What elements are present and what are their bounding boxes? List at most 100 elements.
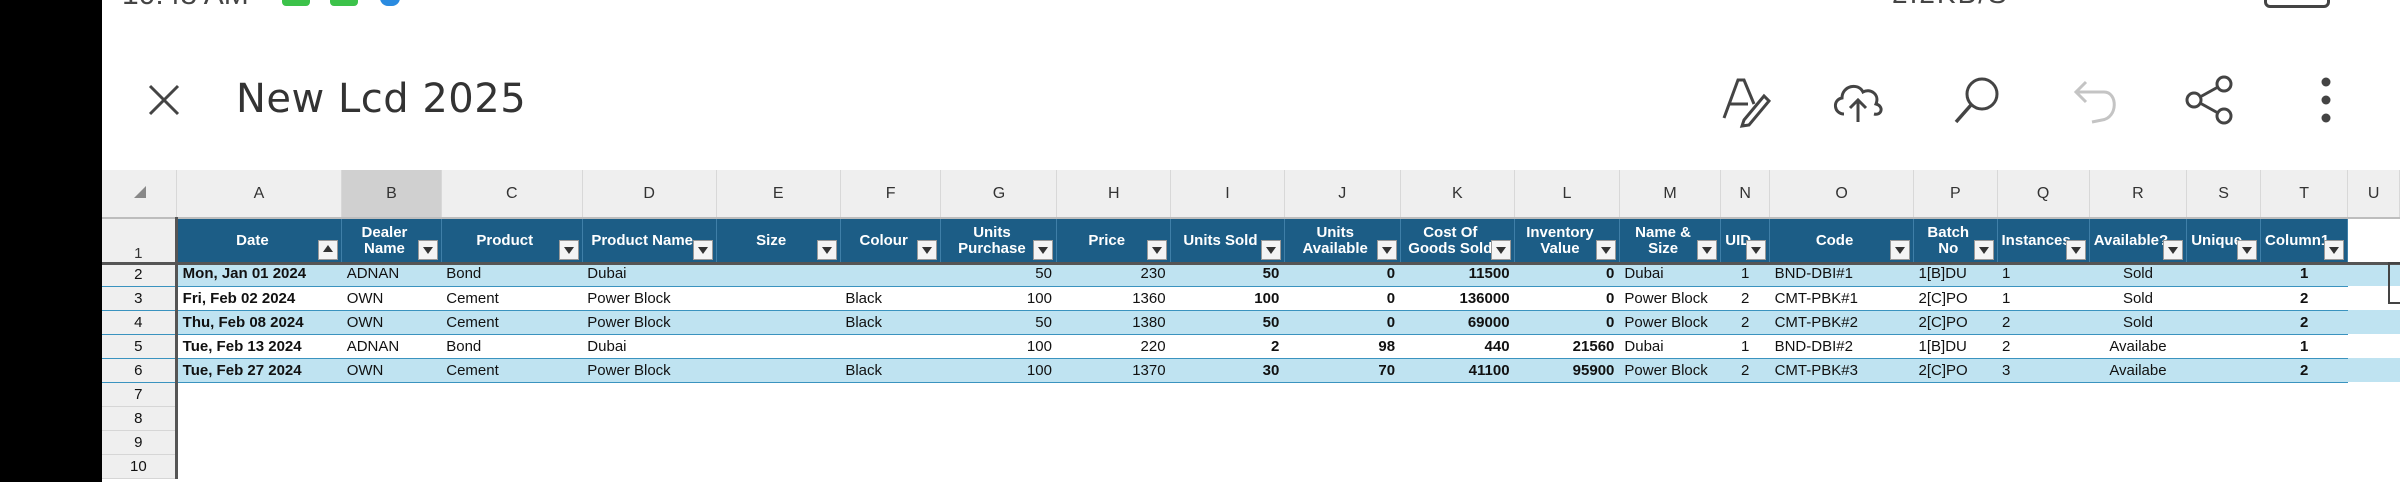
empty-cell[interactable] [2347, 218, 2400, 262]
table-cell[interactable]: 2[C]PO [1913, 286, 1998, 311]
table-cell[interactable]: Power Block [1619, 358, 1721, 383]
table-cell[interactable] [2186, 286, 2261, 311]
empty-cell[interactable] [1514, 382, 1620, 406]
table-header-cell[interactable]: Name & Size [1619, 218, 1722, 262]
filter-dropdown-button[interactable] [1973, 240, 1994, 260]
table-cell[interactable]: CMT-PBK#3 [1769, 358, 1914, 383]
table-header-cell[interactable]: Product Name [582, 218, 717, 262]
table-cell[interactable]: 0 [1514, 310, 1620, 335]
empty-cell[interactable] [2347, 310, 2400, 334]
table-header-cell[interactable]: Product [441, 218, 583, 262]
column-header-selected[interactable]: B [341, 170, 442, 219]
empty-cell[interactable] [1769, 406, 1914, 430]
table-cell[interactable]: Sold [2089, 262, 2187, 287]
table-cell[interactable] [2186, 334, 2261, 359]
empty-cell[interactable] [716, 454, 841, 478]
empty-cell[interactable] [1170, 406, 1285, 430]
empty-cell[interactable] [2347, 430, 2400, 454]
table-cell[interactable]: 0 [1514, 286, 1620, 311]
table-cell[interactable]: Availabe [2089, 358, 2187, 383]
table-cell[interactable]: Mon, Jan 01 2024 [176, 262, 342, 287]
empty-cell[interactable] [1170, 430, 1285, 454]
empty-cell[interactable] [1913, 406, 1998, 430]
empty-cell[interactable] [716, 382, 841, 406]
column-header[interactable]: D [582, 170, 717, 219]
undo-icon[interactable] [2064, 70, 2124, 130]
table-cell[interactable]: Power Block [582, 358, 717, 383]
column-header[interactable]: O [1769, 170, 1915, 219]
table-cell[interactable]: Sold [2089, 310, 2187, 335]
column-header[interactable]: P [1913, 170, 1998, 219]
row-header[interactable]: 1 [102, 218, 178, 263]
table-cell[interactable]: 1 [1720, 262, 1770, 287]
table-cell[interactable]: 2 [1997, 334, 2090, 359]
column-header[interactable]: L [1514, 170, 1620, 219]
column-header[interactable]: C [441, 170, 583, 219]
empty-cell[interactable] [341, 430, 442, 454]
empty-cell[interactable] [1720, 430, 1770, 454]
empty-cell[interactable] [2347, 454, 2400, 478]
row-header[interactable]: 5 [102, 334, 178, 359]
empty-cell[interactable] [1997, 454, 2090, 478]
table-cell[interactable]: Dubai [1619, 334, 1721, 359]
column-header[interactable]: E [716, 170, 841, 219]
table-cell[interactable]: Dubai [1619, 262, 1721, 287]
empty-cell[interactable] [582, 382, 717, 406]
empty-cell[interactable] [2260, 382, 2348, 406]
table-cell[interactable]: Black [840, 310, 941, 335]
row-header[interactable]: 7 [102, 382, 178, 407]
column-header[interactable]: N [1720, 170, 1771, 219]
table-cell[interactable]: 1 [1997, 262, 2090, 287]
table-cell[interactable]: Black [840, 358, 941, 383]
sort-filter-button[interactable] [318, 240, 339, 260]
empty-cell[interactable] [441, 454, 583, 478]
empty-cell[interactable] [2260, 454, 2348, 478]
empty-cell[interactable] [1514, 430, 1620, 454]
row-header[interactable]: 4 [102, 310, 178, 335]
table-cell[interactable]: 21560 [1514, 334, 1620, 359]
empty-cell[interactable] [1056, 382, 1171, 406]
table-cell[interactable]: Dubai [582, 334, 717, 359]
table-cell[interactable]: 1[B]DU [1913, 334, 1998, 359]
row-header[interactable]: 8 [102, 406, 178, 431]
table-cell[interactable]: 2 [1720, 310, 1770, 335]
filter-dropdown-button[interactable] [417, 240, 438, 260]
empty-cell[interactable] [940, 406, 1057, 430]
empty-cell[interactable] [1720, 382, 1770, 406]
table-cell[interactable]: 41100 [1400, 358, 1515, 383]
table-header-cell[interactable]: Instances [1997, 218, 2090, 262]
column-header[interactable]: H [1056, 170, 1172, 219]
table-cell[interactable]: 100 [940, 334, 1057, 359]
table-cell[interactable]: OWN [341, 286, 442, 311]
table-cell[interactable]: 2 [2260, 358, 2348, 383]
search-icon[interactable] [1948, 70, 2008, 130]
empty-cell[interactable] [1400, 430, 1515, 454]
table-cell[interactable]: ADNAN [341, 334, 442, 359]
empty-cell[interactable] [940, 382, 1057, 406]
table-cell[interactable]: Tue, Feb 13 2024 [176, 334, 342, 359]
table-cell[interactable]: Sold [2089, 286, 2187, 311]
table-cell[interactable]: CMT-PBK#1 [1769, 286, 1914, 311]
column-header[interactable]: J [1284, 170, 1401, 219]
filter-dropdown-button[interactable] [1890, 240, 1911, 260]
select-all-corner[interactable] [102, 170, 177, 219]
filter-dropdown-button[interactable] [1595, 240, 1616, 260]
empty-cell[interactable] [940, 430, 1057, 454]
table-cell[interactable]: 0 [1514, 262, 1620, 287]
table-header-cell[interactable]: Size [716, 218, 841, 262]
column-header[interactable]: M [1619, 170, 1722, 219]
table-header-cell[interactable]: Price [1056, 218, 1172, 262]
filter-dropdown-button[interactable] [1033, 240, 1054, 260]
table-cell[interactable]: Bond [441, 334, 583, 359]
empty-cell[interactable] [840, 382, 941, 406]
table-cell[interactable] [840, 334, 941, 359]
empty-cell[interactable] [2186, 382, 2261, 406]
empty-cell[interactable] [1284, 454, 1401, 478]
empty-cell[interactable] [1997, 382, 2090, 406]
empty-cell[interactable] [1997, 406, 2090, 430]
table-cell[interactable]: Cement [441, 310, 583, 335]
filter-dropdown-button[interactable] [2163, 240, 2184, 260]
table-cell[interactable]: 50 [1170, 310, 1285, 335]
empty-cell[interactable] [1514, 454, 1620, 478]
table-cell[interactable]: CMT-PBK#2 [1769, 310, 1914, 335]
